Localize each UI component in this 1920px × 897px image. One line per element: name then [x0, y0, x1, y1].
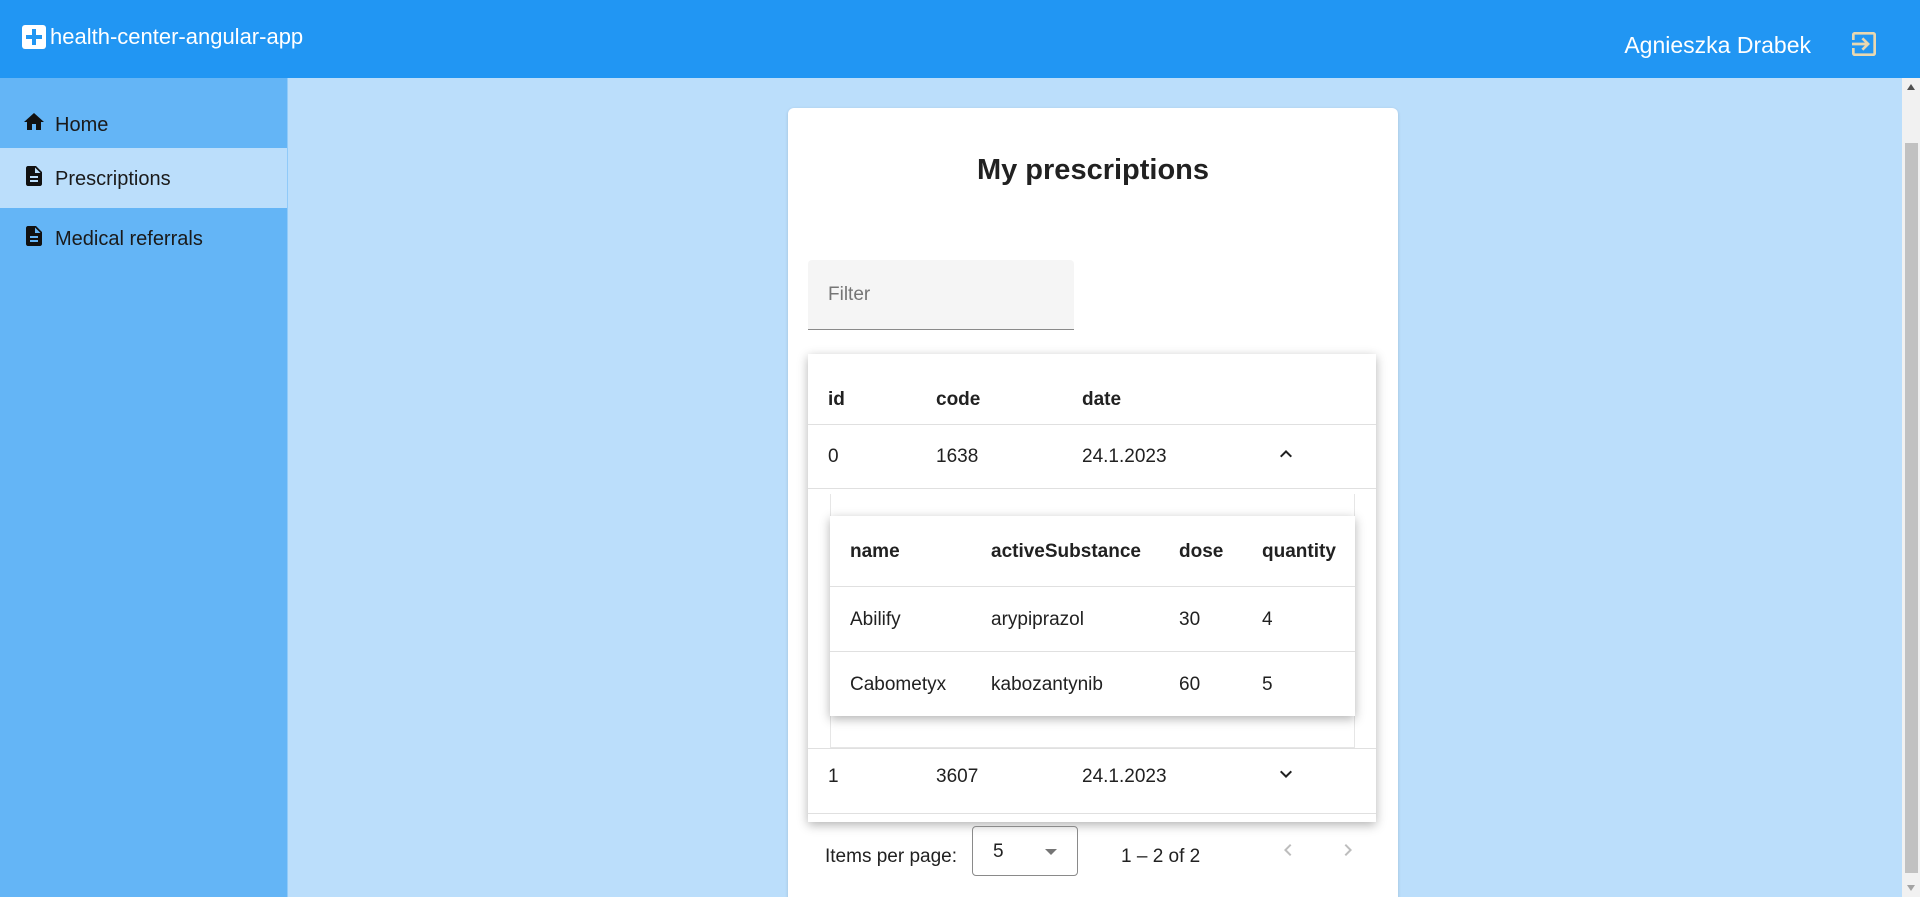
- column-header-active-substance: activeSubstance: [991, 541, 1141, 562]
- sidebar-item-prescriptions[interactable]: Prescriptions: [0, 148, 287, 208]
- logout-icon[interactable]: [1848, 28, 1880, 60]
- brand[interactable]: health-center-angular-app: [22, 24, 303, 50]
- row-divider: [808, 813, 1376, 814]
- cell-name: Abilify: [850, 609, 901, 630]
- scroll-up-icon[interactable]: [1907, 84, 1915, 90]
- sidebar-item-label: Home: [55, 114, 109, 136]
- row-divider: [808, 424, 1376, 425]
- document-icon: [22, 164, 46, 188]
- range-label: 1 – 2 of 2: [1121, 846, 1201, 867]
- cell-code: 3607: [936, 766, 979, 787]
- cell-dose: 60: [1179, 674, 1201, 695]
- medications-table: name activeSubstance dose quantity Abili…: [830, 516, 1355, 716]
- column-header-date[interactable]: date: [1082, 389, 1121, 411]
- sidebar-item-home[interactable]: Home: [0, 94, 287, 154]
- chevron-down-icon[interactable]: [1274, 762, 1298, 786]
- scroll-down-icon[interactable]: [1907, 885, 1915, 891]
- cell-active-substance: arypiprazol: [991, 609, 1084, 630]
- cell-date: 24.1.2023: [1082, 446, 1167, 467]
- page-size-value: 5: [993, 841, 1004, 862]
- home-icon: [22, 110, 46, 134]
- app-title: health-center-angular-app: [50, 24, 304, 49]
- filter-field[interactable]: [808, 260, 1074, 330]
- cell-quantity: 5: [1262, 674, 1273, 695]
- sidebar-item-label: Prescriptions: [55, 168, 171, 190]
- cell-name: Cabometyx: [850, 674, 947, 695]
- document-icon: [22, 224, 46, 248]
- cell-date: 24.1.2023: [1082, 766, 1167, 787]
- row-divider: [808, 488, 1376, 489]
- user-name: Agnieszka Drabek: [1624, 32, 1811, 58]
- sidebar-item-medical-referrals[interactable]: Medical referrals: [0, 208, 287, 268]
- page-title: My prescriptions: [976, 154, 1210, 186]
- cell-id: 1: [828, 766, 839, 787]
- page-size-select[interactable]: 5: [972, 826, 1078, 876]
- row-divider: [830, 586, 1355, 587]
- cell-quantity: 4: [1262, 609, 1273, 630]
- filter-input[interactable]: [808, 260, 1074, 329]
- column-header-id[interactable]: id: [828, 389, 845, 411]
- items-per-page-label: Items per page:: [825, 846, 958, 867]
- paginator: Items per page: 5 1 – 2 of 2: [808, 822, 1376, 882]
- next-page-icon[interactable]: [1336, 838, 1360, 862]
- previous-page-icon[interactable]: [1276, 838, 1300, 862]
- plus-square-icon: [22, 25, 46, 49]
- cell-code: 1638: [936, 446, 979, 467]
- chevron-up-icon[interactable]: [1274, 442, 1298, 466]
- dropdown-arrow-icon: [1045, 849, 1057, 855]
- column-header-code[interactable]: code: [936, 389, 980, 411]
- column-header-dose: dose: [1179, 541, 1224, 562]
- cell-id: 0: [828, 446, 839, 467]
- row-divider: [830, 651, 1355, 652]
- cell-active-substance: kabozantynib: [991, 674, 1103, 695]
- sidebar: Home Prescriptions Medical referrals: [0, 78, 288, 897]
- sidebar-item-label: Medical referrals: [55, 228, 203, 250]
- page-scrollbar[interactable]: [1902, 78, 1920, 897]
- cell-dose: 30: [1179, 609, 1201, 630]
- prescriptions-table: id code date 0 1638 24.1.2023 name activ…: [808, 354, 1376, 822]
- top-toolbar: health-center-angular-app Agnieszka Drab…: [0, 0, 1920, 78]
- prescriptions-card: My prescriptions id code date 0 1638 24.…: [788, 108, 1398, 897]
- column-header-quantity: quantity: [1262, 541, 1336, 562]
- column-header-name: name: [850, 541, 900, 562]
- scrollbar-thumb[interactable]: [1905, 143, 1918, 873]
- row-divider: [808, 748, 1376, 749]
